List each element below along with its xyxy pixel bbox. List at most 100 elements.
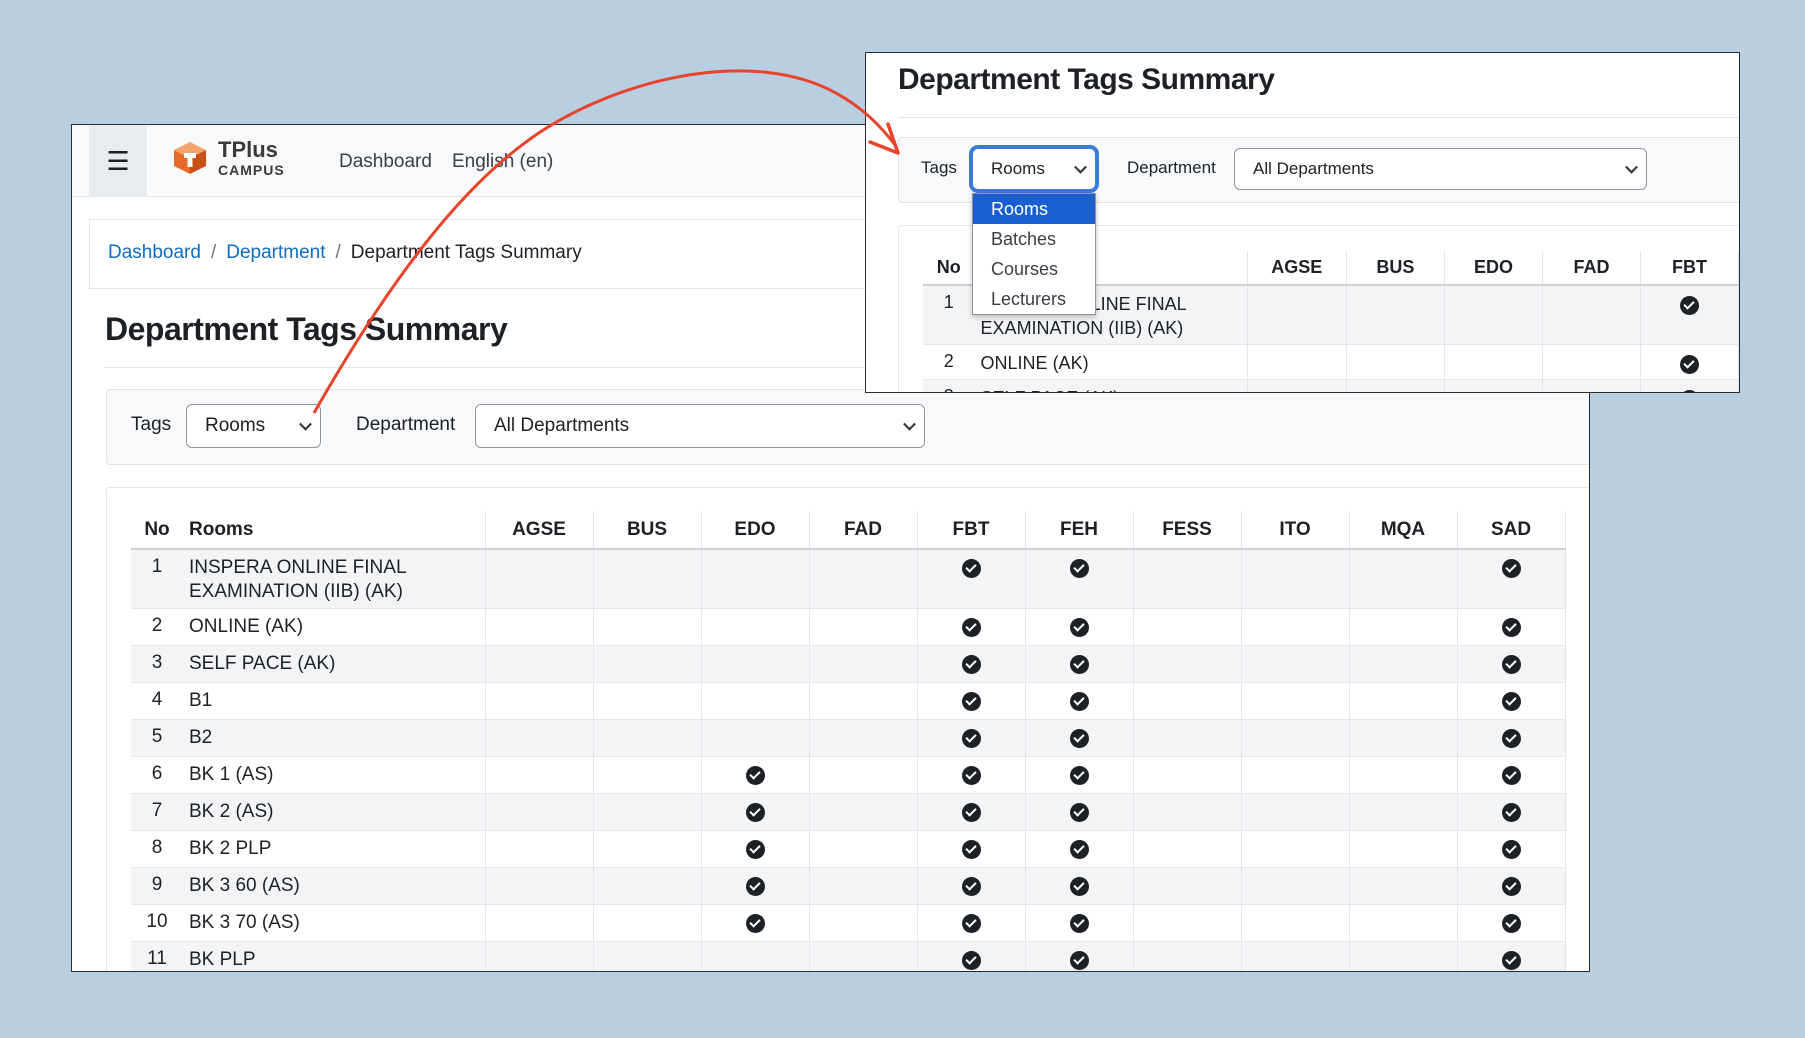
check-circle-icon — [961, 766, 981, 786]
cell-sad — [1457, 867, 1566, 905]
row-number: 7 — [131, 793, 183, 831]
zoom-cell-edo — [1444, 344, 1543, 380]
cell-bus — [593, 608, 702, 646]
chevron-down-icon — [1074, 160, 1087, 174]
cell-ito — [1241, 904, 1350, 942]
tags-option-lecturers[interactable]: Lecturers — [973, 284, 1095, 314]
cell-mqa — [1349, 719, 1458, 757]
check-circle-icon — [745, 803, 765, 823]
cell-fad — [809, 756, 918, 794]
cell-fbt — [917, 904, 1026, 942]
summary-table: No Rooms AGSE BUS EDO FAD FBT FEH FESS ITO MQA SAD … — [131, 511, 1566, 971]
check-circle-icon — [745, 766, 765, 786]
row-number: 2 — [131, 608, 183, 646]
cell-mqa — [1349, 608, 1458, 646]
language-menu[interactable]: English (en) — [452, 151, 553, 173]
zoom-room-name: SELF PACE (AK) — [974, 379, 1248, 392]
cell-agse — [485, 608, 594, 646]
table-row: 4 B1 — [131, 682, 1566, 720]
check-circle-icon — [1069, 655, 1089, 675]
department-select[interactable]: All Departments — [475, 404, 925, 448]
table-row: 8 BK 2 PLP — [131, 830, 1566, 868]
check-circle-icon — [961, 618, 981, 638]
check-circle-icon — [961, 655, 981, 675]
zoom-row-number: 2 — [923, 344, 975, 380]
check-circle-icon — [1501, 877, 1521, 897]
cell-bus — [593, 756, 702, 794]
cell-fad — [809, 719, 918, 757]
zoom-department-select[interactable]: All Departments — [1234, 148, 1647, 190]
nav-dashboard-link[interactable]: Dashboard — [339, 151, 432, 173]
tags-option-rooms[interactable]: Rooms — [973, 194, 1095, 224]
logo[interactable]: TPlus CAMPUS — [172, 139, 285, 177]
cell-fad — [809, 941, 918, 971]
cell-ito — [1241, 793, 1350, 831]
cell-ito — [1241, 719, 1350, 757]
column-header: ITO — [1241, 511, 1350, 550]
check-circle-icon — [1069, 914, 1089, 934]
table-row: 10 BK 3 70 (AS) — [131, 904, 1566, 942]
zoom-cell-fad — [1542, 284, 1641, 345]
zoom-cell-agse — [1247, 284, 1347, 345]
chevron-down-icon — [299, 417, 312, 431]
cell-sad — [1457, 719, 1566, 757]
cell-agse — [485, 793, 594, 831]
zoom-column-header: FAD — [1542, 251, 1641, 286]
check-circle-icon — [1501, 729, 1521, 749]
cell-ito — [1241, 756, 1350, 794]
cell-feh — [1025, 756, 1134, 794]
cell-fess — [1133, 608, 1242, 646]
column-header: SAD — [1457, 511, 1566, 550]
breadcrumb-department[interactable]: Department — [226, 242, 325, 264]
breadcrumb-current: Department Tags Summary — [350, 242, 582, 263]
cell-fad — [809, 645, 918, 683]
table-row: 7 BK 2 (AS) — [131, 793, 1566, 831]
tags-option-courses[interactable]: Courses — [973, 254, 1095, 284]
check-circle-icon — [1069, 692, 1089, 712]
column-header: EDO — [701, 511, 810, 550]
breadcrumb-dashboard[interactable]: Dashboard — [108, 242, 201, 264]
cell-feh — [1025, 867, 1134, 905]
check-circle-icon — [1069, 766, 1089, 786]
check-circle-icon — [961, 692, 981, 712]
zoom-cell-fbt — [1640, 284, 1739, 345]
cell-edo — [701, 682, 810, 720]
column-header: Rooms — [183, 511, 486, 550]
cell-agse — [485, 682, 594, 720]
row-number: 1 — [131, 548, 183, 609]
table-row: 9 BK 3 60 (AS) — [131, 867, 1566, 905]
cell-fess — [1133, 830, 1242, 868]
cell-edo — [701, 548, 810, 609]
zoom-column-header: AGSE — [1247, 251, 1347, 286]
cell-mqa — [1349, 941, 1458, 971]
check-circle-icon — [961, 951, 981, 971]
check-circle-icon — [961, 729, 981, 749]
cell-edo — [701, 830, 810, 868]
row-number: 6 — [131, 756, 183, 794]
cell-agse — [485, 719, 594, 757]
cell-fess — [1133, 719, 1242, 757]
cell-bus — [593, 867, 702, 905]
tags-select-value: Rooms — [205, 415, 266, 436]
room-name: BK 1 (AS) — [183, 756, 486, 794]
divider — [898, 117, 1739, 118]
cell-agse — [485, 941, 594, 971]
cell-fbt — [917, 830, 1026, 868]
tags-option-batches[interactable]: Batches — [973, 224, 1095, 254]
zoom-cell-fad — [1542, 344, 1641, 380]
check-circle-icon — [1069, 729, 1089, 749]
zoom-tags-select[interactable]: Rooms — [972, 148, 1096, 190]
tags-select[interactable]: Rooms — [186, 404, 321, 448]
zoom-cell-fad — [1542, 379, 1641, 392]
cell-sad — [1457, 904, 1566, 942]
cell-fess — [1133, 904, 1242, 942]
hamburger-icon[interactable]: ☰ — [89, 125, 147, 197]
department-label: Department — [356, 414, 456, 435]
zoom-department-select-value: All Departments — [1253, 159, 1374, 178]
tags-label: Tags — [131, 414, 172, 435]
chevron-down-icon — [903, 417, 916, 431]
check-circle-icon — [1501, 766, 1521, 786]
row-number: 10 — [131, 904, 183, 942]
cell-sad — [1457, 608, 1566, 646]
filter-bar: Tags Rooms Department All Departments — [106, 389, 1589, 465]
